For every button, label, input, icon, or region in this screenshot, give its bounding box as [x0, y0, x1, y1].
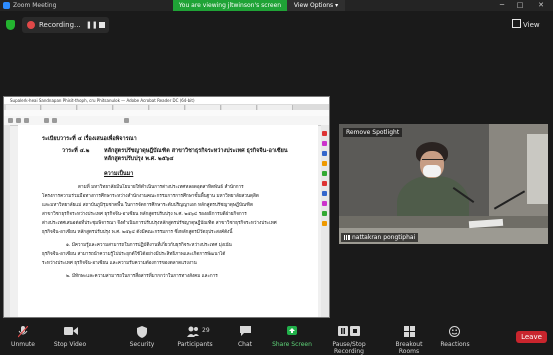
maximize-button[interactable]: □	[512, 1, 528, 9]
breakout-rooms-icon	[404, 326, 415, 337]
tool-icon	[322, 151, 327, 156]
close-button[interactable]: ✕	[533, 1, 549, 9]
recording-label: Recording...	[39, 21, 81, 29]
participant-figure	[422, 159, 443, 164]
share-screen-button[interactable]: Share Screen	[270, 321, 314, 351]
doc-section: ความเป็นมา	[104, 171, 134, 177]
unmute-label: Unmute	[11, 341, 35, 348]
stop-video-button[interactable]: Stop Video	[50, 321, 90, 351]
share-screen-icon	[287, 326, 297, 335]
acrobat-titlebar: Supalerk-heai Sandnapan Phisit-thoph, cr…	[4, 97, 329, 104]
acrobat-left-panel	[4, 125, 10, 317]
tool-icon	[322, 171, 327, 176]
chat-button[interactable]: Chat	[230, 321, 260, 351]
audio-bars-icon	[344, 235, 350, 240]
participants-button[interactable]: 29 Participants	[174, 321, 216, 351]
save-icon	[8, 118, 13, 123]
video-camera-icon	[64, 327, 78, 335]
tool-icon	[322, 181, 327, 186]
tool-icon	[322, 161, 327, 166]
reactions-label: Reactions	[440, 341, 470, 348]
doc-item-title: หลักสูตรปรัชญาดุษฎีบัณฑิต สาขาวิชาธุรกิจ…	[104, 148, 288, 154]
pause-recording-icon[interactable]: ❚❚	[86, 21, 98, 29]
doc-bullet: ระหว่างประเทศ ธุรกิจจีน-อาเซียน และความร…	[42, 261, 197, 266]
pdf-page: ระเบียบวาระที่ ๔ เรื่องเสนอเพื่อพิจารณา …	[18, 125, 318, 317]
unmute-button[interactable]: Unmute	[4, 321, 42, 351]
remove-spotlight-button[interactable]: Remove Spotlight	[343, 128, 403, 137]
pause-stop-recording-button[interactable]: Pause/Stop Recording	[318, 321, 380, 355]
reactions-button[interactable]: Reactions	[436, 321, 474, 351]
doc-para: สาขาวิชาธุรกิจระหว่างประเทศ ธุรกิจจีน-อา…	[42, 212, 247, 217]
doc-bullet: ๑. มีความรู้และความสามารถในการปฏิบัติงาน…	[66, 243, 232, 248]
doc-bullet: ๒. มีทักษะและความสามารถในการสื่อสารที่มา…	[66, 274, 218, 279]
security-button[interactable]: Security	[124, 321, 160, 351]
zoom-icon	[124, 118, 129, 123]
view-layout-button[interactable]: View	[512, 19, 540, 29]
search-icon	[24, 118, 29, 123]
recording-dot-icon	[27, 21, 35, 29]
tool-icon	[322, 191, 327, 196]
window-title: Zoom Meeting	[13, 2, 57, 9]
microphone-muted-icon	[18, 326, 28, 338]
doc-para: และมหาวิทยาลัยแม่ สถาบันภูมิรุมชาตพื้น ใ…	[42, 203, 253, 208]
stop-video-label: Stop Video	[53, 341, 87, 348]
participant-name-tag: nattakran pongtiphai	[341, 233, 419, 242]
grid-icon	[512, 19, 521, 28]
tool-icon	[322, 211, 327, 216]
next-page-icon	[52, 118, 57, 123]
viewing-banner: You are viewing jltwinson's screen View …	[173, 0, 345, 11]
participant-figure	[423, 165, 441, 177]
doc-para: ต่างประเทศเสนอต่อที่ประชุมพิจารณา จึงดำเ…	[42, 221, 277, 226]
shared-screen: Supalerk-heai Sandnapan Phisit-thoph, cr…	[3, 96, 330, 318]
record-label: Pause/Stop Recording	[332, 341, 366, 355]
security-shield-icon	[137, 326, 147, 338]
tool-icon	[322, 221, 327, 226]
tool-icon	[322, 131, 327, 136]
participants-icon	[187, 326, 199, 337]
doc-bullet: ธุรกิจจีน-อาเซียน สามารถนำความรู้ไปประยุ…	[42, 252, 226, 257]
prev-page-icon	[44, 118, 49, 123]
pause-stop-recording-icon	[338, 326, 360, 336]
doc-para: ธุรกิจจีน-อาเซียน หลักสูตรปรับปรุง พ.ศ. …	[42, 230, 233, 235]
stop-recording-icon[interactable]	[99, 22, 105, 28]
participants-label: Participants	[177, 341, 213, 348]
participant-video[interactable]	[339, 124, 548, 244]
tool-icon	[322, 141, 327, 146]
doc-para: โครงการความร่วมมือทางการศึกษาระหว่างสำนั…	[42, 194, 259, 199]
video-background	[527, 134, 548, 204]
breakout-rooms-button[interactable]: Breakout Rooms	[386, 321, 432, 355]
security-label: Security	[129, 341, 155, 348]
participant-name: nattakran pongtiphai	[352, 234, 416, 241]
meeting-toolbar: Unmute Stop Video Security 29 Participan…	[0, 321, 553, 355]
remove-spotlight-label: Remove Spotlight	[346, 129, 400, 136]
chat-bubble-icon	[240, 326, 251, 336]
doc-para: ตามที่ มหาวิทยาลัยมีนโยบายให้ดำเนินการต่…	[78, 185, 244, 190]
meeting-info-shield-icon[interactable]	[6, 20, 15, 30]
recording-indicator: Recording... ❚❚	[22, 17, 109, 33]
acrobat-title: Supalerk-heai Sandnapan Phisit-thoph, cr…	[10, 98, 195, 103]
doc-item-label: วาระที่ ๔.๒	[62, 148, 90, 154]
breakout-label: Breakout Rooms	[395, 341, 423, 355]
participants-count: 29	[202, 327, 210, 334]
view-options-button[interactable]: View Options ▾	[287, 0, 345, 11]
leave-button[interactable]: Leave	[516, 331, 547, 343]
zoom-app-icon	[3, 2, 10, 9]
tool-icon	[322, 201, 327, 206]
smiley-icon	[449, 326, 460, 337]
view-label: View	[523, 21, 540, 29]
doc-item-title-2: หลักสูตรปรับปรุง พ.ศ. ๒๕๖๔	[104, 156, 174, 162]
minimize-button[interactable]: ─	[494, 1, 510, 9]
print-icon	[16, 118, 21, 123]
viewing-screen-label: You are viewing jltwinson's screen	[173, 0, 287, 11]
share-screen-label: Share Screen	[272, 341, 312, 348]
doc-heading: ระเบียบวาระที่ ๔ เรื่องเสนอเพื่อพิจารณา	[42, 136, 137, 142]
chat-label: Chat	[237, 341, 253, 348]
acrobat-tools-panel	[321, 125, 329, 317]
